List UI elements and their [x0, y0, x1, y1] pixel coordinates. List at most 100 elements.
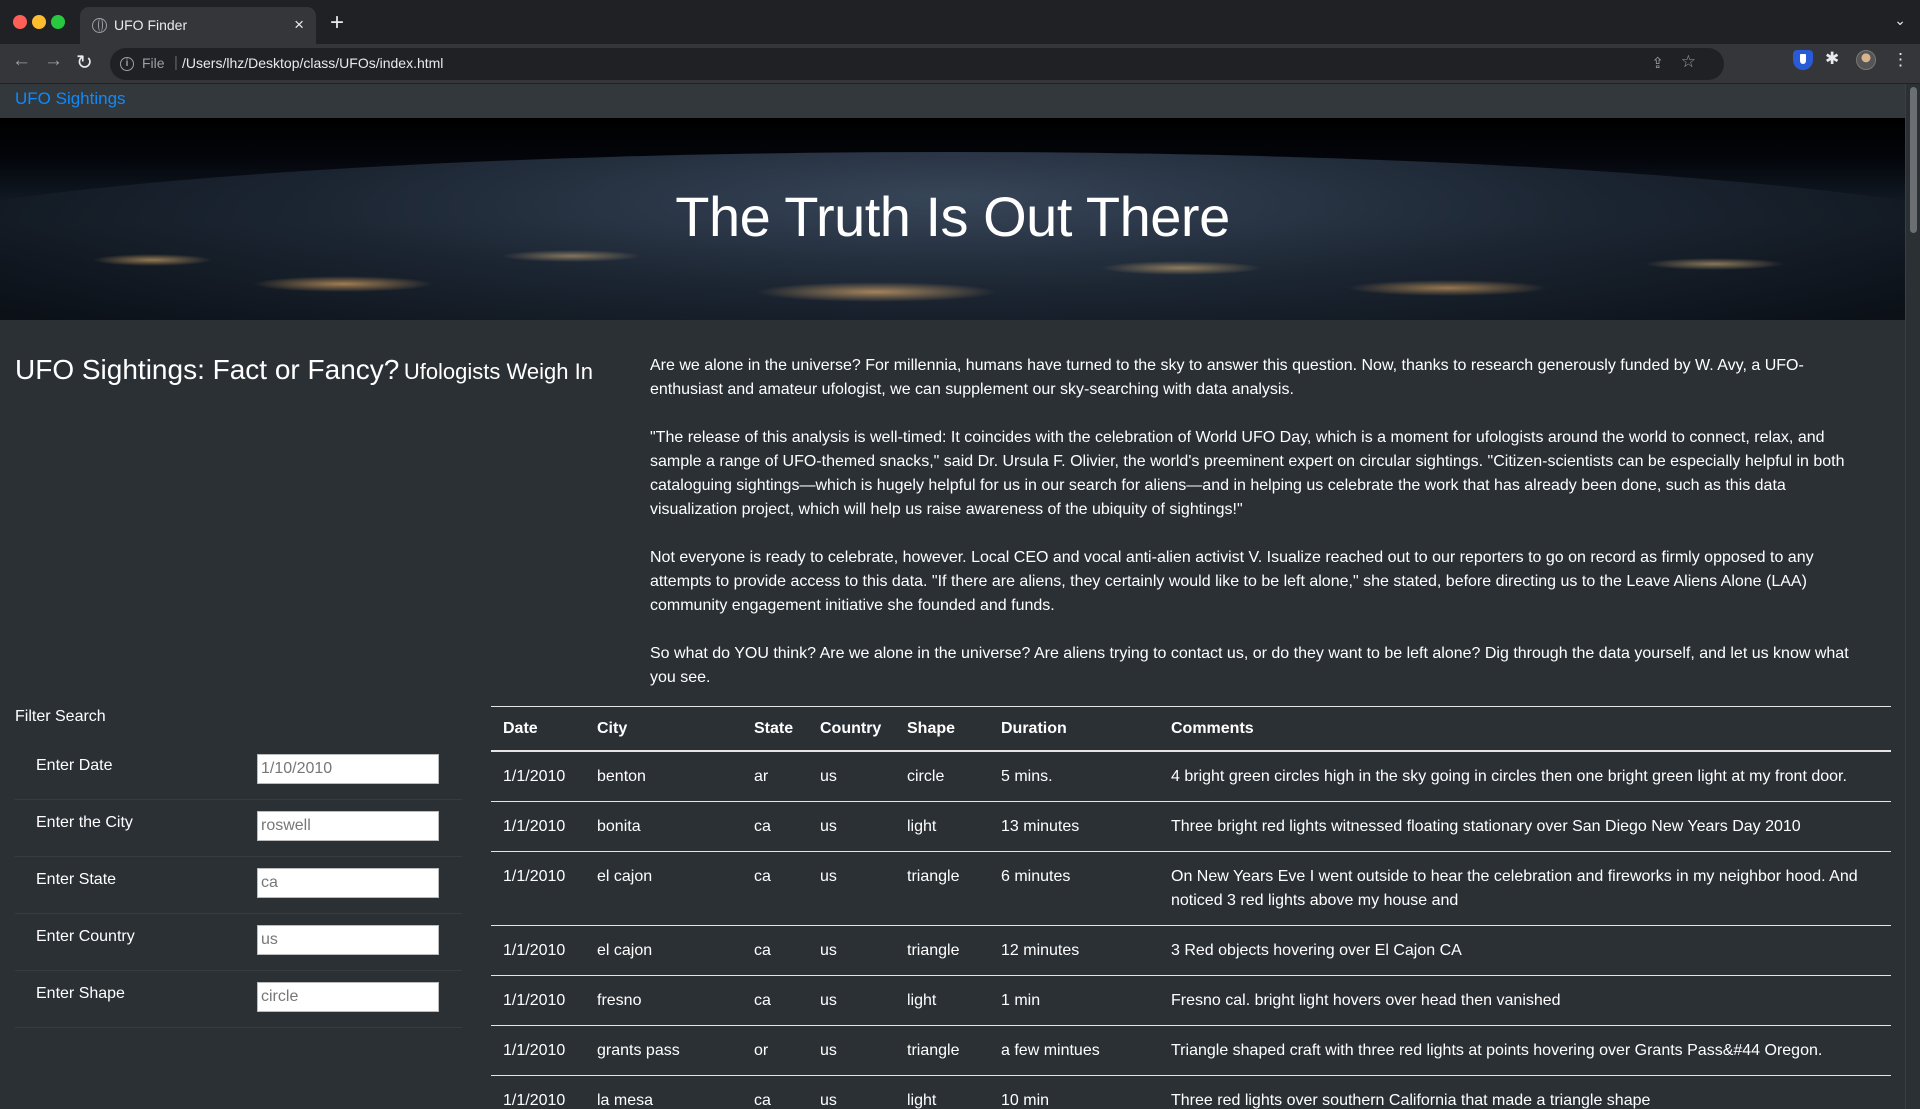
cell-shape: circle [895, 751, 989, 802]
shape-input[interactable] [257, 982, 439, 1012]
profile-avatar[interactable] [1856, 50, 1876, 70]
navbar-brand-link[interactable]: UFO Sightings [15, 89, 126, 109]
cell-city: benton [585, 751, 742, 802]
table-header-row: Date City State Country Shape Duration C… [491, 706, 1891, 752]
new-tab-button[interactable]: + [330, 9, 344, 37]
browser-tab[interactable]: UFO Finder × [80, 7, 316, 44]
cell-comments: Three red lights over southern Californi… [1159, 1075, 1891, 1109]
reload-icon[interactable]: ↻ [76, 50, 93, 75]
country-input[interactable] [257, 925, 439, 955]
cell-date: 1/1/2010 [491, 851, 585, 926]
filter-item-city: Enter the City [15, 800, 462, 857]
date-input[interactable] [257, 754, 439, 784]
article-paragraph: Are we alone in the universe? For millen… [650, 357, 1804, 398]
cell-state: ca [742, 1075, 808, 1109]
cell-comments: Three bright red lights witnessed floati… [1159, 801, 1891, 852]
cell-comments: Triangle shaped craft with three red lig… [1159, 1025, 1891, 1076]
tab-close-icon[interactable]: × [294, 15, 304, 35]
intro-heading: UFO Sightings: Fact or Fancy? Ufologists… [15, 354, 593, 386]
cell-date: 1/1/2010 [491, 1025, 585, 1076]
cell-city: la mesa [585, 1075, 742, 1109]
cell-country: us [808, 1075, 895, 1109]
cell-shape: light [895, 801, 989, 852]
cell-comments: 3 Red objects hovering over El Cajon CA [1159, 925, 1891, 976]
cell-date: 1/1/2010 [491, 925, 585, 976]
hero-title: The Truth Is Out There [675, 185, 1230, 248]
share-icon[interactable]: ⇪ [1651, 54, 1664, 72]
page-scrollbar[interactable] [1905, 84, 1920, 1109]
cell-country: us [808, 801, 895, 852]
column-header-duration: Duration [989, 706, 1159, 752]
article-paragraph: Not everyone is ready to celebrate, howe… [650, 549, 1814, 614]
article-paragraph: So what do YOU think? Are we alone in th… [650, 645, 1849, 686]
cell-state: ca [742, 925, 808, 976]
cell-city: bonita [585, 801, 742, 852]
back-arrow-icon[interactable]: ← [12, 50, 31, 72]
maximize-window-button[interactable] [51, 15, 65, 29]
cell-shape: triangle [895, 851, 989, 926]
cell-country: us [808, 975, 895, 1026]
cell-state: ca [742, 975, 808, 1026]
filter-label: Enter Date [36, 757, 113, 774]
filter-item-country: Enter Country [15, 914, 462, 971]
minimize-window-button[interactable] [32, 15, 46, 29]
cell-city: el cajon [585, 851, 742, 926]
city-input[interactable] [257, 811, 439, 841]
tab-title: UFO Finder [114, 17, 188, 33]
column-header-shape: Shape [895, 706, 989, 752]
filter-label: Enter the City [36, 814, 133, 831]
cell-country: us [808, 925, 895, 976]
cell-comments: 4 bright green circles high in the sky g… [1159, 751, 1891, 802]
cell-country: us [808, 851, 895, 926]
state-input[interactable] [257, 868, 439, 898]
bookmark-star-icon[interactable]: ☆ [1681, 52, 1696, 72]
cell-date: 1/1/2010 [491, 801, 585, 852]
table-row: 1/1/2010 benton ar us circle 5 mins. 4 bright … [491, 751, 1891, 802]
filter-label: Enter Country [36, 928, 135, 945]
filter-item-date: Enter Date [15, 743, 462, 800]
bitwarden-shield-icon[interactable] [1793, 50, 1813, 70]
column-header-date: Date [491, 706, 585, 752]
cell-duration: 12 minutes [989, 925, 1159, 976]
table-row: 1/1/2010 el cajon ca us triangle 6 minutes On … [491, 851, 1891, 926]
filter-item-state: Enter State [15, 857, 462, 914]
cell-city: el cajon [585, 925, 742, 976]
cell-duration: a few mintues [989, 1025, 1159, 1076]
info-icon[interactable]: i [120, 57, 134, 71]
cell-city: grants pass [585, 1025, 742, 1076]
cell-shape: light [895, 1075, 989, 1109]
cell-date: 1/1/2010 [491, 1075, 585, 1109]
cell-shape: triangle [895, 925, 989, 976]
cell-city: fresno [585, 975, 742, 1026]
forward-arrow-icon[interactable]: → [44, 50, 63, 72]
url-text[interactable]: /Users/lhz/Desktop/class/UFOs/index.html [182, 55, 443, 71]
address-bar[interactable]: i File | /Users/lhz/Desktop/class/UFOs/i… [110, 48, 1724, 80]
cell-shape: triangle [895, 1025, 989, 1076]
intro-title: UFO Sightings: Fact or Fancy? [15, 354, 400, 385]
article-paragraph: "The release of this analysis is well-ti… [650, 429, 1845, 518]
table-row: 1/1/2010 el cajon ca us triangle 12 minutes 3 … [491, 925, 1891, 976]
cell-state: or [742, 1025, 808, 1076]
tab-search-chevron-icon[interactable]: ⌄ [1894, 12, 1906, 29]
globe-icon [92, 18, 107, 33]
ufo-sightings-table: Date City State Country Shape Duration C… [491, 706, 1891, 1109]
close-window-button[interactable] [13, 15, 27, 29]
url-scheme: File [142, 55, 165, 71]
cell-duration: 5 mins. [989, 751, 1159, 802]
cell-duration: 1 min [989, 975, 1159, 1026]
column-header-state: State [742, 706, 808, 752]
cell-country: us [808, 1025, 895, 1076]
extensions-puzzle-icon[interactable]: ✱ [1825, 49, 1845, 69]
column-header-country: Country [808, 706, 895, 752]
page-viewport: UFO Sightings The Truth Is Out There UFO… [0, 84, 1905, 1109]
table-row: 1/1/2010 grants pass or us triangle a few min… [491, 1025, 1891, 1076]
table-row: 1/1/2010 fresno ca us light 1 min Fresno cal. … [491, 975, 1891, 1026]
filter-item-shape: Enter Shape [15, 971, 462, 1028]
scrollbar-thumb[interactable] [1910, 87, 1917, 233]
cell-state: ca [742, 801, 808, 852]
site-navbar: UFO Sightings [0, 84, 1905, 118]
browser-menu-icon[interactable]: ⋮ [1892, 50, 1912, 70]
cell-country: us [808, 751, 895, 802]
column-header-comments: Comments [1159, 706, 1891, 752]
article-body: Are we alone in the universe? For millen… [650, 354, 1875, 714]
